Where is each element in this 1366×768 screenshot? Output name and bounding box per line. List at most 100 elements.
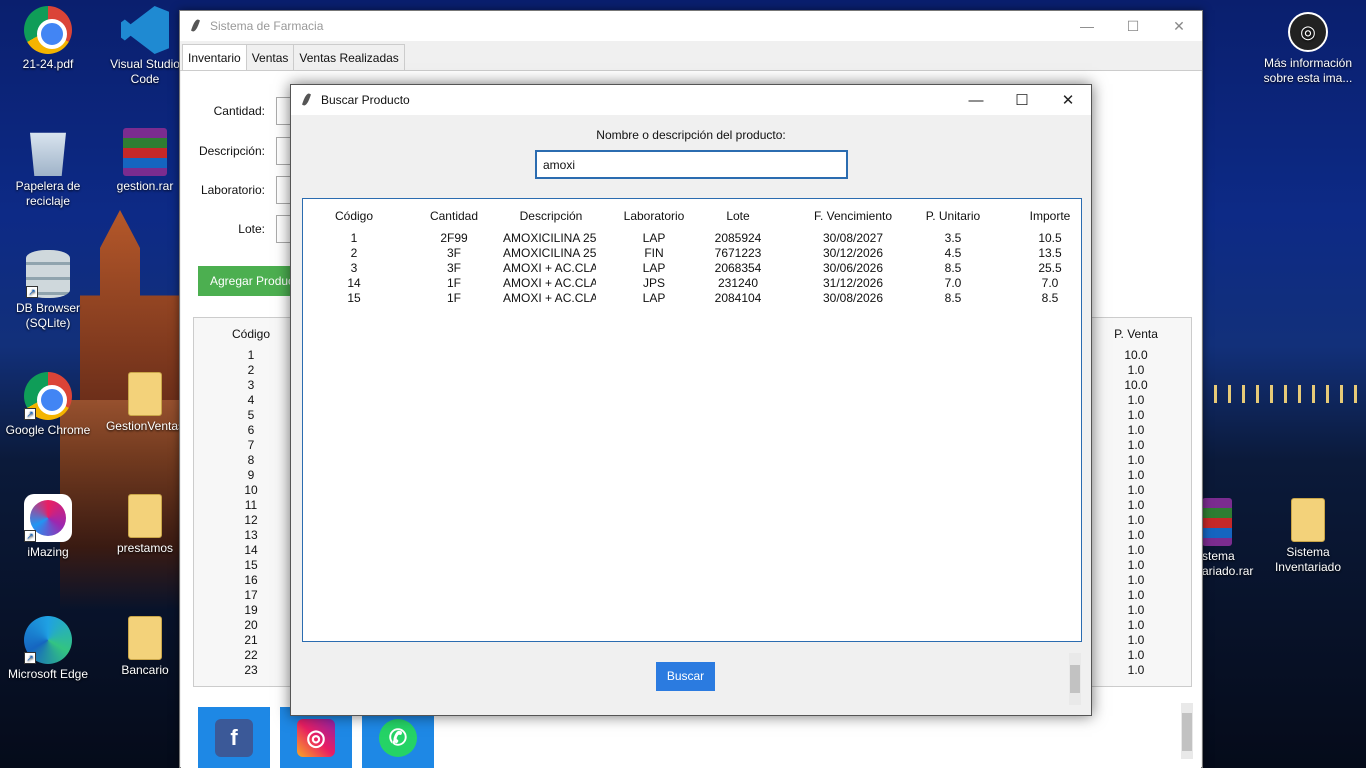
desktop-icon-db-browser[interactable]: ↗ DB Browser (SQLite)	[0, 250, 96, 331]
inventory-codigo-cell[interactable]: 16	[214, 573, 288, 588]
results-cell[interactable]: LAP	[613, 261, 695, 276]
results-cell[interactable]: 30/12/2026	[803, 246, 903, 261]
inventory-p-venta-cell[interactable]: 1.0	[1099, 603, 1173, 618]
inventory-codigo-cell[interactable]: 22	[214, 648, 288, 663]
descripcion-input[interactable]	[276, 137, 291, 165]
whatsapp-button[interactable]: ✆	[362, 707, 434, 768]
results-cell[interactable]: 2085924	[703, 231, 773, 246]
inventory-codigo-cell[interactable]: 10	[214, 483, 288, 498]
inventory-p-venta-cell[interactable]: 1.0	[1099, 588, 1173, 603]
inventory-codigo-cell[interactable]: 21	[214, 633, 288, 648]
inventory-p-venta-cell[interactable]: 1.0	[1099, 633, 1173, 648]
facebook-button[interactable]: f	[198, 707, 270, 768]
inventory-p-venta-cell[interactable]: 1.0	[1099, 408, 1173, 423]
results-cell[interactable]: 10.5	[1018, 231, 1082, 246]
results-cell[interactable]: 25.5	[1018, 261, 1082, 276]
inventory-codigo-cell[interactable]: 4	[214, 393, 288, 408]
results-cell[interactable]: 7.0	[918, 276, 988, 291]
inventory-codigo-cell[interactable]: 12	[214, 513, 288, 528]
desktop-icon-pdf[interactable]: 21-24.pdf	[0, 6, 96, 72]
laboratorio-input[interactable]	[276, 176, 291, 204]
inventory-codigo-cell[interactable]: 9	[214, 468, 288, 483]
desktop-icon-edge[interactable]: ↗ Microsoft Edge	[0, 616, 96, 682]
results-cell[interactable]: 3	[323, 261, 385, 276]
instagram-button[interactable]: ◎	[280, 707, 352, 768]
inventory-codigo-cell[interactable]: 3	[214, 378, 288, 393]
inventory-p-venta-cell[interactable]: 1.0	[1099, 528, 1173, 543]
results-cell[interactable]: AMOXI + AC.CLA	[503, 276, 596, 291]
inventory-codigo-cell[interactable]: 7	[214, 438, 288, 453]
results-cell[interactable]: 31/12/2026	[803, 276, 903, 291]
inventory-codigo-cell[interactable]: 20	[214, 618, 288, 633]
inventory-codigo-cell[interactable]: 6	[214, 423, 288, 438]
agregar-producto-button[interactable]: Agregar Producto	[198, 266, 296, 296]
dialog-scroll-thumb[interactable]	[1070, 665, 1080, 693]
results-cell[interactable]: 1	[323, 231, 385, 246]
results-cell[interactable]: 30/08/2026	[803, 291, 903, 306]
results-col-header[interactable]: F. Vencimiento	[803, 209, 903, 223]
inventory-p-venta-cell[interactable]: 1.0	[1099, 558, 1173, 573]
desktop-icon-imazing[interactable]: ↗ iMazing	[0, 494, 96, 560]
inventory-p-venta-cell[interactable]: 1.0	[1099, 543, 1173, 558]
main-scrollbar[interactable]	[1181, 703, 1193, 759]
results-cell[interactable]: AMOXICILINA 25(	[503, 231, 596, 246]
results-cell[interactable]: 4.5	[918, 246, 988, 261]
results-cell[interactable]: 15	[323, 291, 385, 306]
desktop-icon-recycle-bin[interactable]: Papelera de reciclaje	[0, 128, 96, 209]
results-cell[interactable]: 8.5	[918, 261, 988, 276]
results-cell[interactable]: 231240	[703, 276, 773, 291]
results-cell[interactable]: 13.5	[1018, 246, 1082, 261]
inventory-codigo-cell[interactable]: 8	[214, 453, 288, 468]
results-col-header[interactable]: P. Unitario	[918, 209, 988, 223]
inventory-p-venta-cell[interactable]: 1.0	[1099, 468, 1173, 483]
minimize-button[interactable]: —	[1064, 11, 1110, 41]
inventory-codigo-cell[interactable]: 13	[214, 528, 288, 543]
inventory-p-venta-cell[interactable]: 10.0	[1099, 348, 1173, 363]
desktop-icon-chrome[interactable]: ↗ Google Chrome	[0, 372, 96, 438]
desktop-icon-sistema-inventariado[interactable]: Sistema Inventariado	[1260, 498, 1356, 575]
results-cell[interactable]: 2068354	[703, 261, 773, 276]
results-cell[interactable]: 2084104	[703, 291, 773, 306]
results-cell[interactable]: 3F	[418, 261, 490, 276]
close-button[interactable]: ✕	[1156, 11, 1202, 41]
maximize-button[interactable]: ☐	[1110, 11, 1156, 41]
dialog-maximize-button[interactable]: ☐	[999, 85, 1045, 115]
results-col-header[interactable]: Descripción	[503, 209, 599, 223]
inventory-p-venta-cell[interactable]: 10.0	[1099, 378, 1173, 393]
lote-input[interactable]	[276, 215, 291, 243]
tab-ventas-realizadas[interactable]: Ventas Realizadas	[293, 44, 405, 70]
results-cell[interactable]: LAP	[613, 231, 695, 246]
inventory-p-venta-cell[interactable]: 1.0	[1099, 483, 1173, 498]
inventory-codigo-cell[interactable]: 1	[214, 348, 288, 363]
inventory-codigo-cell[interactable]: 15	[214, 558, 288, 573]
results-col-header[interactable]: Importe	[1018, 209, 1082, 223]
inventory-p-venta-cell[interactable]: 1.0	[1099, 573, 1173, 588]
inventory-codigo-cell[interactable]: 2	[214, 363, 288, 378]
results-cell[interactable]: 2	[323, 246, 385, 261]
results-cell[interactable]: 30/08/2027	[803, 231, 903, 246]
results-cell[interactable]: 7.0	[1018, 276, 1082, 291]
inventory-codigo-cell[interactable]: 14	[214, 543, 288, 558]
search-input[interactable]: amoxi	[535, 150, 848, 179]
results-cell[interactable]: 1F	[418, 276, 490, 291]
results-cell[interactable]: 2F99	[418, 231, 490, 246]
inventory-p-venta-cell[interactable]: 1.0	[1099, 648, 1173, 663]
results-cell[interactable]: LAP	[613, 291, 695, 306]
results-col-header[interactable]: Cantidad	[418, 209, 490, 223]
results-cell[interactable]: AMOXI + AC.CLA	[503, 261, 596, 276]
inventory-p-venta-cell[interactable]: 1.0	[1099, 363, 1173, 378]
desktop-icon-more-info[interactable]: ◎ Más información sobre esta ima...	[1260, 12, 1356, 86]
inventory-codigo-cell[interactable]: 23	[214, 663, 288, 678]
results-cell[interactable]: 7671223	[703, 246, 773, 261]
results-col-header[interactable]: Código	[323, 209, 385, 223]
tab-ventas[interactable]: Ventas	[245, 44, 295, 70]
results-col-header[interactable]: Lote	[703, 209, 773, 223]
tab-inventario[interactable]: Inventario	[182, 44, 247, 70]
inventory-p-venta-cell[interactable]: 1.0	[1099, 513, 1173, 528]
results-cell[interactable]: 1F	[418, 291, 490, 306]
results-cell[interactable]: 8.5	[918, 291, 988, 306]
inventory-p-venta-cell[interactable]: 1.0	[1099, 618, 1173, 633]
results-cell[interactable]: 30/06/2026	[803, 261, 903, 276]
cantidad-input[interactable]	[276, 97, 291, 125]
dialog-close-button[interactable]: ✕	[1045, 85, 1091, 115]
